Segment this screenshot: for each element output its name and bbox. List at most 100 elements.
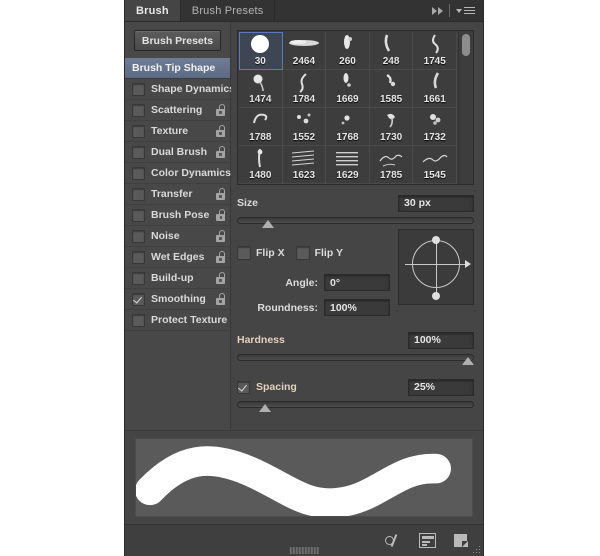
sidebar-item-smoothing[interactable]: Smoothing — [125, 289, 230, 310]
brush-tip-cell[interactable]: 1732 — [413, 108, 457, 146]
brush-tip-cell[interactable]: 1552 — [282, 108, 327, 146]
brush-tip-cell[interactable]: 1785 — [369, 146, 414, 184]
sidebar-item-shape-dynamics[interactable]: Shape Dynamics — [125, 79, 252, 100]
dial-handle-top[interactable] — [432, 236, 440, 244]
dual-brush-checkbox[interactable] — [132, 145, 145, 159]
lock-icon[interactable] — [215, 293, 226, 305]
brush-tip-cell[interactable]: 1474 — [239, 70, 283, 108]
spacing-input[interactable]: 25% — [408, 378, 474, 396]
brush-tip-cell[interactable]: 2464 — [282, 32, 327, 70]
brush-tip-thumbnail — [239, 32, 282, 56]
sidebar-item-label: Color Dynamics — [151, 167, 231, 179]
sidebar-item-transfer[interactable]: Transfer — [125, 184, 230, 205]
lock-icon[interactable] — [215, 272, 226, 284]
brush-tip-thumbnail — [239, 146, 282, 170]
sidebar-item-label: Brush Tip Shape — [132, 62, 216, 74]
brush-tip-grid[interactable]: 30 2464 260 248 1745 1474 1784 1669 1585 1661 1788… — [238, 31, 458, 184]
brush-tip-cell[interactable]: 1730 — [369, 108, 414, 146]
shape-dynamics-checkbox[interactable] — [132, 82, 145, 96]
lock-icon[interactable] — [215, 230, 226, 242]
brush-options-list: Brush Tip Shape Shape Dynamics Scatterin… — [125, 58, 252, 331]
brush-tip-size-label: 260 — [339, 56, 356, 67]
sidebar-item-scattering[interactable]: Scattering — [125, 100, 230, 121]
double-chevron-right-icon[interactable] — [432, 6, 443, 15]
brush-tip-thumbnail — [413, 70, 456, 94]
brush-tip-cell[interactable]: 1669 — [326, 70, 370, 108]
transfer-checkbox[interactable] — [132, 187, 145, 201]
new-brush-icon[interactable] — [453, 533, 470, 548]
tab-brush-presets[interactable]: Brush Presets — [181, 0, 276, 21]
roundness-input[interactable]: 100% — [324, 299, 390, 316]
brush-tip-cell[interactable]: 1585 — [369, 70, 414, 108]
sidebar-item-protect-texture[interactable]: Protect Texture — [125, 310, 244, 331]
brush-tip-cell[interactable]: 1480 — [239, 146, 283, 184]
texture-checkbox[interactable] — [132, 124, 145, 138]
protect-texture-checkbox[interactable] — [132, 313, 145, 327]
lock-icon[interactable] — [215, 188, 226, 200]
toggle-brush-panel-icon[interactable] — [385, 533, 402, 548]
lock-icon[interactable] — [215, 146, 226, 158]
sidebar-item-color-dynamics[interactable]: Color Dynamics — [125, 163, 247, 184]
flip-y-label: Flip Y — [314, 247, 343, 259]
brush-tip-cell[interactable]: 260 — [326, 32, 370, 70]
brush-tip-cell[interactable]: 1784 — [282, 70, 327, 108]
size-input[interactable]: 30 px — [398, 194, 474, 212]
flip-x-checkbox[interactable] — [237, 246, 251, 260]
tab-brush[interactable]: Brush — [125, 0, 181, 21]
brush-pose-checkbox[interactable] — [132, 208, 145, 222]
brush-tip-cell[interactable]: 1788 — [239, 108, 283, 146]
lock-icon[interactable] — [215, 104, 226, 116]
sidebar-item-wet-edges[interactable]: Wet Edges — [125, 247, 230, 268]
sidebar-item-build-up[interactable]: Build-up — [125, 268, 230, 289]
brush-tip-cell[interactable]: 1661 — [413, 70, 457, 108]
dial-handle-bottom[interactable] — [432, 292, 440, 300]
lock-icon[interactable] — [215, 125, 226, 137]
color-dynamics-checkbox[interactable] — [132, 166, 145, 180]
sidebar-item-noise[interactable]: Noise — [125, 226, 230, 247]
brush-tip-cell[interactable]: 1768 — [326, 108, 370, 146]
spacing-checkbox[interactable] — [237, 380, 250, 394]
sidebar-item-label: Build-up — [151, 272, 194, 284]
sidebar-item-brush-pose[interactable]: Brush Pose — [125, 205, 230, 226]
brush-tip-cell[interactable]: 1629 — [326, 146, 370, 184]
angle-roundness-dial[interactable] — [398, 229, 474, 305]
hardness-slider-handle[interactable] — [462, 357, 474, 365]
brush-panel: Brush Brush Presets Brush Presets Brush … — [124, 0, 484, 556]
sidebar-item-brush-tip-shape[interactable]: Brush Tip Shape — [125, 58, 230, 79]
lock-icon[interactable] — [215, 209, 226, 221]
brush-presets-button[interactable]: Brush Presets — [134, 30, 221, 51]
brush-tip-cell[interactable]: 30 — [239, 32, 283, 70]
panel-footer — [125, 524, 483, 556]
create-brush-preset-icon[interactable] — [419, 533, 436, 548]
sidebar-item-label: Transfer — [151, 188, 193, 200]
spacing-slider[interactable] — [237, 399, 474, 413]
lock-icon[interactable] — [215, 251, 226, 263]
dial-angle-arrow-icon[interactable] — [465, 260, 471, 268]
sidebar-item-dual-brush[interactable]: Dual Brush — [125, 142, 230, 163]
flip-y-checkbox[interactable] — [295, 246, 310, 260]
spacing-slider-handle[interactable] — [259, 404, 272, 412]
scattering-checkbox[interactable] — [132, 103, 145, 117]
brush-tip-cell[interactable]: 248 — [369, 32, 414, 70]
sidebar-item-texture[interactable]: Texture — [125, 121, 230, 142]
brush-tip-cell[interactable]: 1745 — [413, 32, 457, 70]
build-up-checkbox[interactable] — [132, 271, 145, 285]
brush-tip-controls: Size 30 px Flip X Flip Y Angle: 0° Round… — [231, 185, 483, 413]
size-slider[interactable] — [237, 215, 474, 229]
brush-tip-cell[interactable]: 1623 — [282, 146, 327, 184]
brush-tip-size-label: 30 — [254, 56, 266, 67]
smoothing-checkbox[interactable] — [132, 292, 145, 306]
scrollbar-thumb[interactable] — [462, 34, 470, 56]
size-slider-handle[interactable] — [261, 220, 274, 228]
size-label: Size — [237, 197, 259, 209]
angle-input[interactable]: 0° — [324, 274, 390, 291]
wet-edges-checkbox[interactable] — [132, 250, 145, 264]
brush-tip-cell[interactable]: 1545 — [413, 146, 457, 184]
panel-menu-icon[interactable] — [456, 7, 475, 14]
brush-tip-size-label: 1474 — [249, 94, 272, 105]
noise-checkbox[interactable] — [132, 229, 145, 243]
brush-grid-scrollbar[interactable] — [458, 31, 473, 184]
hardness-input[interactable]: 100% — [408, 331, 474, 349]
resize-grip[interactable] — [289, 547, 319, 554]
hardness-slider[interactable] — [237, 352, 474, 366]
